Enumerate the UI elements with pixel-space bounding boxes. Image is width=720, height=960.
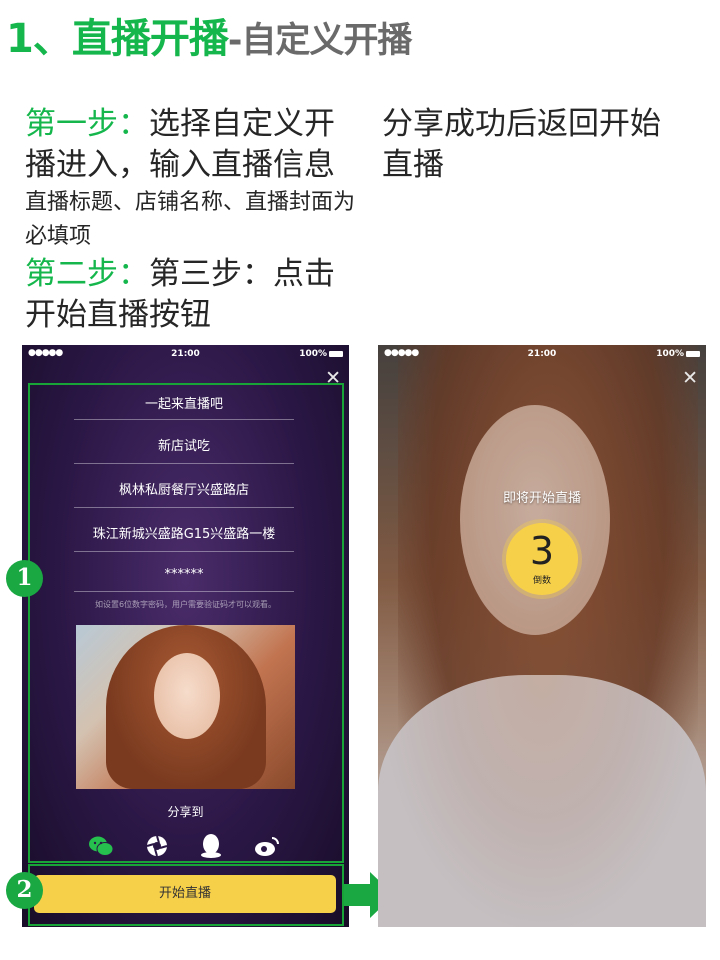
countdown-screen: ●●●●● 21:00 100% ✕ 即将开始直播 3 倒数 xyxy=(378,345,706,927)
battery-icon xyxy=(686,350,700,357)
step2-highlight-frame xyxy=(28,864,344,926)
status-bar: ●●●●● 21:00 100% xyxy=(378,345,706,363)
starting-soon-text: 即将开始直播 xyxy=(502,491,581,506)
instructions: 第一步：选择自定义开播进入，输入直播信息 直播标题、店铺名称、直播封面为必填项 … xyxy=(25,104,355,336)
battery-text: 100% xyxy=(656,349,684,359)
close-icon[interactable]: ✕ xyxy=(682,369,698,388)
countdown-label: 倒数 xyxy=(532,576,551,586)
slide-title: 1、直播开播-自定义开播 xyxy=(6,10,413,68)
step1-label: 第一步： xyxy=(25,106,149,142)
countdown-number: 3 xyxy=(529,529,555,573)
battery-indicator: 100% xyxy=(656,349,700,359)
title-main: 直播开播 xyxy=(71,16,229,62)
battery-icon xyxy=(329,350,343,357)
step1-badge: 1 xyxy=(6,560,43,597)
required-note: 直播标题、店铺名称、直播封面为必填项 xyxy=(25,190,356,249)
status-bar: ●●●●● 21:00 100% xyxy=(22,345,349,363)
title-sub: -自定义开播 xyxy=(227,21,413,61)
countdown-circle: 3 倒数 xyxy=(506,523,578,595)
battery-text: 100% xyxy=(299,349,327,359)
step2-label: 第二步： xyxy=(25,256,149,292)
title-number: 1、 xyxy=(6,16,73,62)
battery-indicator: 100% xyxy=(299,349,343,359)
share-caption: 分享成功后返回开始直播 xyxy=(382,106,661,183)
step2-badge: 2 xyxy=(6,872,43,909)
photo-overlay xyxy=(378,345,706,927)
step1-highlight-frame xyxy=(28,383,344,863)
